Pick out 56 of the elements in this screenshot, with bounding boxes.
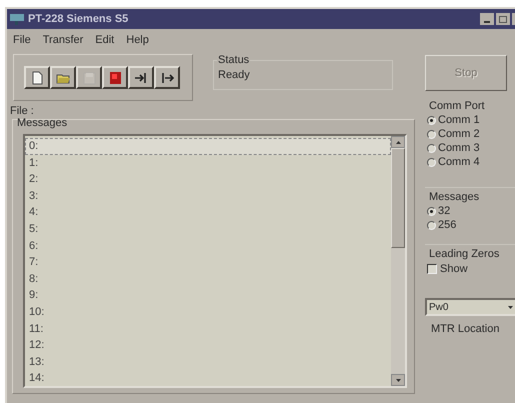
toolbar-button[interactable] — [128, 66, 154, 89]
scroll-down-button[interactable] — [391, 374, 405, 386]
radio-button[interactable]: Comm 1 — [427, 113, 515, 127]
file-label: File : — [10, 105, 35, 117]
message-row[interactable]: 6: — [25, 238, 391, 254]
message-row[interactable]: 4: — [25, 204, 391, 221]
message-row[interactable]: 2: — [25, 171, 391, 188]
message-row[interactable]: 10: — [25, 304, 391, 321]
mtr-location-dropdown[interactable]: Pw0 — [425, 298, 515, 316]
radio-button[interactable]: Comm 3 — [427, 141, 515, 155]
arrow-from-bar-icon — [160, 70, 174, 84]
page-icon — [30, 70, 44, 84]
mtr-location-label: MTR Location — [431, 322, 500, 337]
toolbar-button[interactable] — [24, 66, 50, 89]
message-row[interactable]: 11: — [25, 320, 391, 338]
menu-item[interactable]: Help — [126, 32, 149, 48]
message-row[interactable]: 12: — [25, 337, 391, 354]
show-checkbox[interactable]: Show — [427, 262, 515, 276]
minimize-button[interactable] — [480, 13, 494, 25]
menu-item[interactable]: Transfer — [42, 32, 84, 48]
toolbar-button[interactable] — [102, 66, 128, 89]
radio-button[interactable]: 256 — [427, 218, 515, 232]
scroll-up-button[interactable] — [391, 136, 405, 148]
dropdown-arrow-icon — [508, 306, 513, 308]
message-row[interactable]: 1: — [25, 154, 391, 172]
status-value: Ready — [218, 68, 250, 83]
group-label: Messages — [429, 190, 480, 204]
app-icon — [9, 12, 25, 26]
group-label: Comm Port — [429, 99, 486, 113]
messages-label: Messages — [17, 117, 68, 129]
scrollbar[interactable] — [391, 136, 405, 386]
up-arrow-icon — [396, 140, 400, 144]
status-label: Status — [217, 54, 250, 66]
toolbar-button[interactable] — [50, 66, 76, 89]
message-row[interactable]: 14: — [25, 370, 391, 387]
message-row[interactable]: 0: — [25, 138, 391, 155]
messages-list[interactable]: 0: 1: 2: 3: 4: 5: 6: 7: 8: 9: 10: 11: 12: 13: 14: — [23, 134, 407, 388]
square-icon — [108, 70, 122, 84]
message-row[interactable]: 5: — [25, 220, 391, 238]
message-row[interactable]: 3: — [25, 188, 391, 204]
window-title: PT-228 Siemens S5 — [28, 12, 128, 27]
scroll-thumb[interactable] — [391, 148, 405, 248]
message-row[interactable]: 8: — [25, 270, 391, 288]
arrow-to-bar-icon — [134, 70, 148, 84]
group-label: Leading Zeros — [429, 247, 500, 261]
toolbar-button[interactable] — [154, 66, 180, 89]
menu-item[interactable]: Edit — [95, 32, 114, 48]
maximize-button[interactable] — [496, 13, 510, 25]
radio-button[interactable]: Comm 4 — [427, 155, 515, 169]
message-row[interactable]: 9: — [25, 287, 391, 304]
menu-item[interactable]: File — [13, 32, 31, 48]
radio-button[interactable]: Comm 2 — [427, 127, 515, 141]
message-row[interactable]: 7: — [25, 254, 391, 271]
down-arrow-icon — [396, 378, 400, 382]
message-row[interactable]: 13: — [25, 354, 391, 370]
radio-button[interactable]: 32 — [427, 204, 515, 218]
